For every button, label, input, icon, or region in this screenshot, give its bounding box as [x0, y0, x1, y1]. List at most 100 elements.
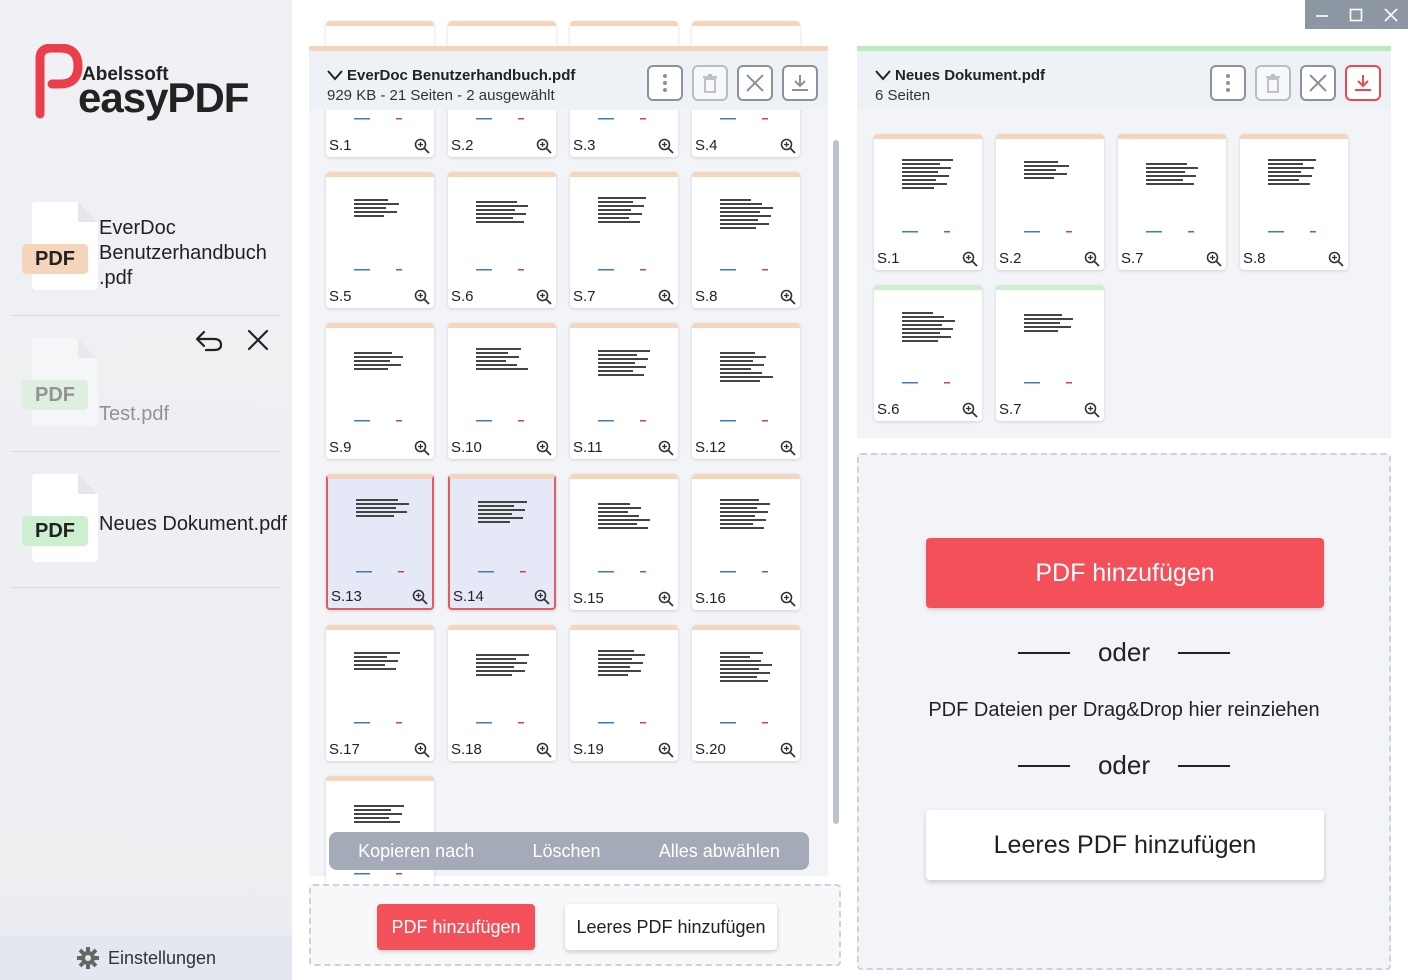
- add-empty-pdf-button-small[interactable]: Leeres PDF hinzufügen: [565, 904, 777, 950]
- page-label: S.15: [573, 590, 604, 607]
- zoom-icon[interactable]: [414, 138, 430, 154]
- maximize-button[interactable]: [1339, 0, 1373, 29]
- settings-button[interactable]: Einstellungen: [0, 936, 292, 980]
- page-thumbnail[interactable]: S.13: [326, 474, 434, 610]
- left-document-panel: S.1 S.2 S.3 S.4 S.5 S.6 S.7 S.8 S.9 S.10 S.11 S.12 S…: [309, 21, 828, 912]
- zoom-icon[interactable]: [536, 289, 552, 305]
- page-label: S.1: [877, 250, 900, 267]
- file-entry-neues-dokument[interactable]: PDF Neues Dokument.pdf: [12, 452, 287, 588]
- zoom-icon[interactable]: [414, 289, 430, 305]
- page-label: S.1: [329, 137, 352, 154]
- zoom-icon[interactable]: [780, 289, 796, 305]
- page-thumbnail[interactable]: S.7: [570, 172, 678, 308]
- settings-label: Einstellungen: [107, 947, 217, 968]
- page-thumbnail[interactable]: S.19: [570, 625, 678, 761]
- zoom-icon[interactable]: [658, 138, 674, 154]
- add-pdf-button[interactable]: PDF hinzufügen: [926, 538, 1324, 608]
- page-preview: [354, 352, 403, 422]
- page-preview: [598, 350, 650, 422]
- zoom-icon[interactable]: [780, 138, 796, 154]
- page-thumbnail[interactable]: S.8: [1240, 134, 1348, 270]
- left-dropzone[interactable]: PDF hinzufügen Leeres PDF hinzufügen: [309, 884, 841, 966]
- file-entry-everdoc[interactable]: PDF EverDoc Benutzerhandbuch .pdf: [12, 180, 280, 316]
- app-logo: Abelssoft easyPDF: [34, 44, 274, 134]
- page-label: S.4: [695, 137, 718, 154]
- page-label: S.18: [451, 741, 482, 758]
- zoom-icon[interactable]: [780, 440, 796, 456]
- zoom-icon[interactable]: [962, 402, 978, 418]
- close-window-button[interactable]: [1374, 0, 1408, 29]
- close-icon: [1384, 7, 1398, 22]
- page-thumbnail[interactable]: S.9: [326, 323, 434, 459]
- page-preview: [598, 197, 646, 271]
- page-preview: [720, 352, 773, 422]
- zoom-icon[interactable]: [780, 591, 796, 607]
- page-label: S.3: [573, 137, 596, 154]
- zoom-icon[interactable]: [658, 289, 674, 305]
- page-thumbnail[interactable]: S.18: [448, 625, 556, 761]
- right-dropzone[interactable]: PDF hinzufügen oder PDF Dateien per Drag…: [857, 453, 1391, 970]
- zoom-icon[interactable]: [1084, 402, 1100, 418]
- page-label: S.14: [453, 588, 484, 605]
- zoom-icon[interactable]: [658, 742, 674, 758]
- page-preview: [1024, 161, 1072, 233]
- page-thumbnail[interactable]: S.16: [692, 474, 800, 610]
- page-thumbnail[interactable]: S.8: [692, 172, 800, 308]
- deselect-all-button[interactable]: Alles abwählen: [659, 841, 780, 862]
- zoom-icon[interactable]: [536, 138, 552, 154]
- page-thumbnail[interactable]: S.5: [326, 172, 434, 308]
- page-thumbnail[interactable]: S.1: [874, 134, 982, 270]
- page-thumbnail[interactable]: S.7: [996, 285, 1104, 421]
- zoom-icon[interactable]: [414, 440, 430, 456]
- add-pdf-button-small[interactable]: PDF hinzufügen: [377, 904, 535, 950]
- or-divider: oder: [859, 750, 1389, 781]
- minimize-button[interactable]: [1305, 0, 1339, 29]
- entry-actions: [194, 328, 270, 352]
- page-thumbnail[interactable]: S.7: [1118, 134, 1226, 270]
- zoom-icon[interactable]: [1084, 251, 1100, 267]
- page-preview: [476, 654, 529, 724]
- zoom-icon[interactable]: [780, 742, 796, 758]
- page-thumbnail[interactable]: S.11: [570, 323, 678, 459]
- page-label: S.17: [329, 741, 360, 758]
- zoom-icon[interactable]: [414, 742, 430, 758]
- close-icon: [746, 74, 764, 92]
- page-thumbnail[interactable]: S.10: [448, 323, 556, 459]
- page-thumbnail[interactable]: S.2: [996, 134, 1104, 270]
- zoom-icon[interactable]: [658, 591, 674, 607]
- page-thumbnail[interactable]: S.15: [570, 474, 678, 610]
- zoom-icon[interactable]: [536, 440, 552, 456]
- page-thumbnail[interactable]: S.20: [692, 625, 800, 761]
- undo-icon[interactable]: [194, 328, 224, 352]
- zoom-icon[interactable]: [962, 251, 978, 267]
- zoom-icon[interactable]: [658, 440, 674, 456]
- page-thumbnail[interactable]: S.12: [692, 323, 800, 459]
- zoom-icon[interactable]: [412, 589, 428, 605]
- page-label: S.19: [573, 741, 604, 758]
- delete-selection-button[interactable]: Löschen: [532, 841, 600, 862]
- delete-button[interactable]: [692, 65, 728, 101]
- zoom-icon[interactable]: [534, 589, 550, 605]
- zoom-icon[interactable]: [536, 742, 552, 758]
- chevron-down-icon[interactable]: [327, 69, 343, 81]
- close-document-button[interactable]: [737, 65, 773, 101]
- download-button[interactable]: [782, 65, 818, 101]
- left-scrollbar[interactable]: [833, 140, 839, 824]
- file-entry-test[interactable]: PDF Test.pdf: [12, 316, 280, 452]
- more-options-button[interactable]: [647, 65, 683, 101]
- page-thumbnail[interactable]: S.6: [448, 172, 556, 308]
- file-name: Neues Dokument.pdf: [99, 513, 287, 535]
- or-divider: oder: [859, 637, 1389, 668]
- page-thumbnail[interactable]: S.17: [326, 625, 434, 761]
- page-thumbnail[interactable]: S.6: [874, 285, 982, 421]
- remove-icon[interactable]: [246, 328, 270, 352]
- copy-to-button[interactable]: Kopieren nach: [358, 841, 474, 862]
- file-name: EverDoc Benutzerhandbuch .pdf: [99, 217, 267, 289]
- page-thumbnail[interactable]: S.14: [448, 474, 556, 610]
- page-label: S.6: [451, 288, 474, 305]
- zoom-icon[interactable]: [1328, 251, 1344, 267]
- right-document-panel: Neues Dokument.pdf 6 Seiten S.1 S.2 S.7 S.8…: [857, 46, 1391, 438]
- add-empty-pdf-button[interactable]: Leeres PDF hinzufügen: [926, 810, 1324, 880]
- zoom-icon[interactable]: [1206, 251, 1222, 267]
- download-icon: [792, 75, 808, 91]
